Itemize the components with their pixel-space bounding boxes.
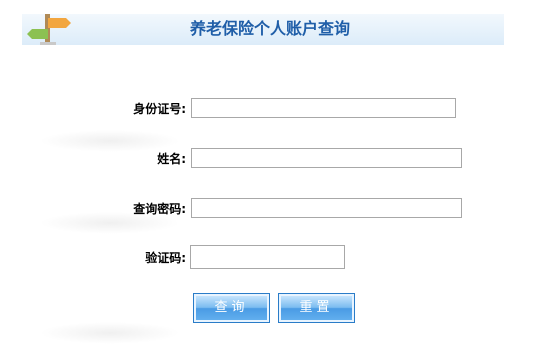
page-title: 养老保险个人账户查询	[189, 19, 350, 38]
name-label: 姓名:	[157, 152, 186, 166]
signpost-icon	[27, 14, 71, 45]
watermark-decoration	[40, 130, 180, 152]
captcha-input[interactable]	[190, 245, 345, 269]
reset-button[interactable]: 重置	[278, 293, 355, 323]
query-password-input[interactable]	[191, 198, 462, 218]
id-number-label: 身份证号:	[133, 102, 186, 116]
id-number-input[interactable]	[191, 98, 456, 118]
watermark-decoration	[40, 322, 180, 344]
query-password-label: 查询密码:	[133, 202, 186, 216]
query-button[interactable]: 查询	[193, 293, 270, 323]
captcha-label: 验证码:	[145, 251, 186, 265]
name-input[interactable]	[191, 148, 462, 168]
